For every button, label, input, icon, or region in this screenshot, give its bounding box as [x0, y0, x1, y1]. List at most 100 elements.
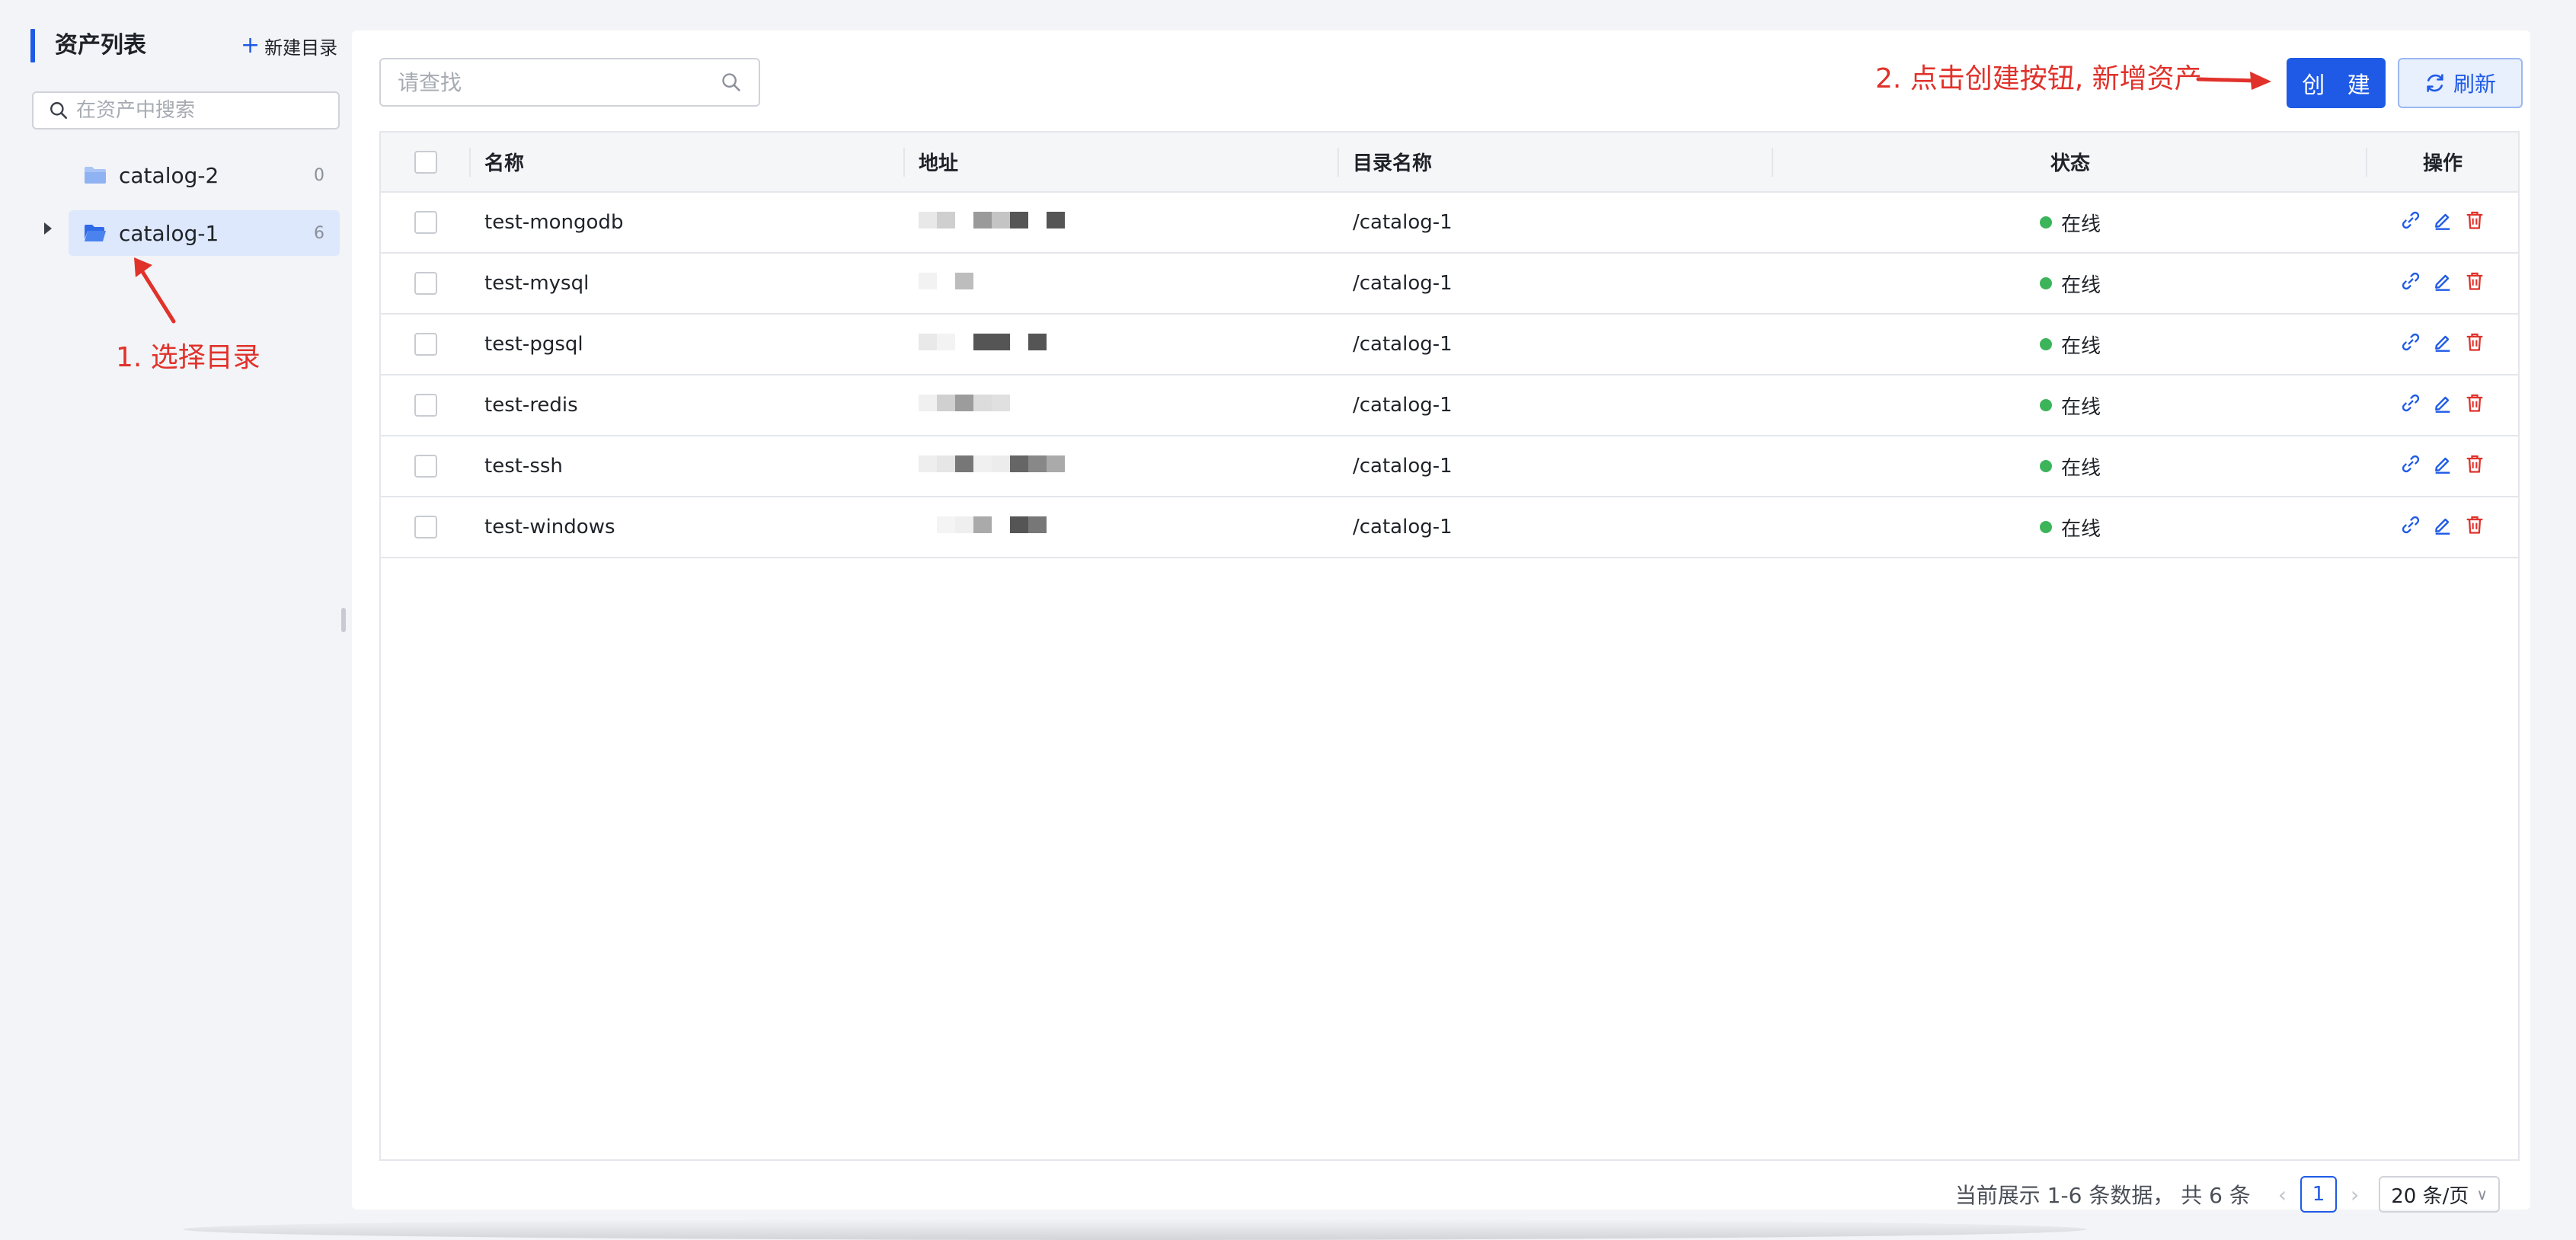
status-dot-icon	[2039, 338, 2052, 350]
status-dot-icon	[2039, 277, 2052, 289]
asset-status-cell: 在线	[1773, 436, 2367, 497]
pagination: 当前展示 1-6 条数据， 共 6 条 ‹ 1 › 20 条/页 ∨	[1955, 1176, 2500, 1213]
page-number-button[interactable]: 1	[2300, 1176, 2338, 1213]
row-checkbox[interactable]	[414, 211, 437, 235]
trash-icon[interactable]	[2464, 392, 2485, 414]
trash-icon[interactable]	[2464, 209, 2485, 231]
asset-actions-cell	[2367, 375, 2518, 436]
status-badge: 在线	[2039, 209, 2101, 237]
window-bottom-shadow	[183, 1219, 2087, 1240]
table-row[interactable]: test-pgsql/catalog-1 在线	[381, 314, 2518, 375]
asset-address	[905, 192, 1339, 253]
row-actions	[2400, 209, 2485, 231]
asset-actions-cell	[2367, 192, 2518, 253]
table-row[interactable]: test-ssh/catalog-1 在线	[381, 436, 2518, 497]
asset-name: test-mysql	[484, 272, 590, 295]
status-text: 在线	[2060, 334, 2101, 358]
status-text: 在线	[2060, 213, 2101, 236]
next-page-icon[interactable]: ›	[2351, 1182, 2359, 1207]
trash-icon[interactable]	[2464, 453, 2485, 475]
status-badge: 在线	[2039, 391, 2101, 420]
asset-catalog: /catalog-1	[1353, 333, 1453, 356]
table-row[interactable]: test-mysql/catalog-1 在线	[381, 253, 2518, 314]
row-select-cell	[381, 436, 471, 497]
asset-name: test-pgsql	[484, 333, 583, 356]
panel-resize-handle[interactable]	[341, 608, 346, 632]
edit-icon[interactable]	[2432, 209, 2453, 231]
trash-icon[interactable]	[2464, 270, 2485, 292]
edit-icon[interactable]	[2432, 331, 2453, 353]
row-checkbox[interactable]	[414, 272, 437, 296]
chevron-down-icon: ∨	[2476, 1185, 2488, 1203]
expand-caret-icon[interactable]	[44, 222, 52, 235]
asset-address	[905, 314, 1339, 375]
row-checkbox[interactable]	[414, 394, 437, 417]
link-icon[interactable]	[2400, 514, 2421, 535]
link-icon[interactable]	[2400, 209, 2421, 231]
edit-icon[interactable]	[2432, 514, 2453, 535]
status-dot-icon	[2039, 399, 2052, 411]
asset-catalog: /catalog-1	[1353, 211, 1453, 234]
asset-status-cell: 在线	[1773, 192, 2367, 253]
header-address: 地址	[905, 133, 1339, 192]
tree-item-label: catalog-1	[119, 220, 219, 246]
status-badge: 在线	[2039, 270, 2101, 298]
search-icon[interactable]	[721, 72, 742, 93]
table-row[interactable]: test-mongodb/catalog-1 在线	[381, 192, 2518, 253]
asset-address	[905, 497, 1339, 558]
trash-icon[interactable]	[2464, 331, 2485, 353]
asset-search-box[interactable]	[32, 91, 340, 129]
prev-page-icon[interactable]: ‹	[2278, 1182, 2287, 1207]
asset-search-input[interactable]	[76, 99, 320, 122]
status-badge: 在线	[2039, 331, 2101, 359]
row-actions	[2400, 392, 2485, 414]
annotation-arrow-right-icon	[2196, 72, 2271, 90]
asset-status-cell: 在线	[1773, 253, 2367, 314]
row-actions	[2400, 514, 2485, 535]
tree-item-catalog-1[interactable]: catalog-1 6	[69, 210, 340, 256]
create-button[interactable]: 创 建	[2287, 58, 2386, 108]
link-icon[interactable]	[2400, 392, 2421, 414]
row-checkbox[interactable]	[414, 516, 437, 539]
trash-icon[interactable]	[2464, 514, 2485, 535]
new-directory-button[interactable]: + 新建目录	[241, 30, 337, 61]
table-search-box[interactable]	[379, 58, 760, 107]
link-icon[interactable]	[2400, 270, 2421, 292]
refresh-button[interactable]: 刷新	[2398, 58, 2523, 108]
table-row[interactable]: test-windows/catalog-1 在线	[381, 497, 2518, 558]
status-dot-icon	[2039, 460, 2052, 472]
asset-address	[905, 436, 1339, 497]
refresh-icon	[2427, 74, 2443, 92]
link-icon[interactable]	[2400, 331, 2421, 353]
asset-name: test-mongodb	[484, 211, 624, 234]
status-text: 在线	[2060, 517, 2101, 541]
annotation-step-2: 2. 点击创建按钮, 新增资产	[1875, 63, 2202, 94]
asset-status-cell: 在线	[1773, 375, 2367, 436]
edit-icon[interactable]	[2432, 270, 2453, 292]
link-icon[interactable]	[2400, 453, 2421, 475]
new-directory-label: 新建目录	[264, 37, 338, 59]
row-select-cell	[381, 375, 471, 436]
status-badge: 在线	[2039, 452, 2101, 481]
header-status: 状态	[1773, 133, 2367, 192]
header-actions: 操作	[2422, 152, 2463, 175]
table-row[interactable]: test-redis/catalog-1 在线	[381, 375, 2518, 436]
row-actions	[2400, 331, 2485, 353]
page-size-select[interactable]: 20 条/页 ∨	[2379, 1176, 2500, 1213]
redacted-address	[919, 455, 1065, 472]
sidebar-title: 资产列表	[55, 32, 146, 59]
select-all-checkbox[interactable]	[414, 150, 437, 174]
table-search-input[interactable]	[398, 69, 721, 95]
tree-item-catalog-2[interactable]: catalog-2 0	[69, 152, 340, 198]
title-accent-bar	[30, 29, 35, 62]
page-size-value: 20 条/页	[2391, 1184, 2469, 1208]
asset-actions-cell	[2367, 253, 2518, 314]
row-select-cell	[381, 253, 471, 314]
row-checkbox[interactable]	[414, 455, 437, 478]
edit-icon[interactable]	[2432, 392, 2453, 414]
edit-icon[interactable]	[2432, 453, 2453, 475]
table-header-row: 名称 地址 目录名称 状态 操作	[381, 133, 2518, 192]
row-checkbox[interactable]	[414, 333, 437, 356]
row-actions	[2400, 270, 2485, 292]
tree-item-count: 0	[314, 165, 324, 185]
